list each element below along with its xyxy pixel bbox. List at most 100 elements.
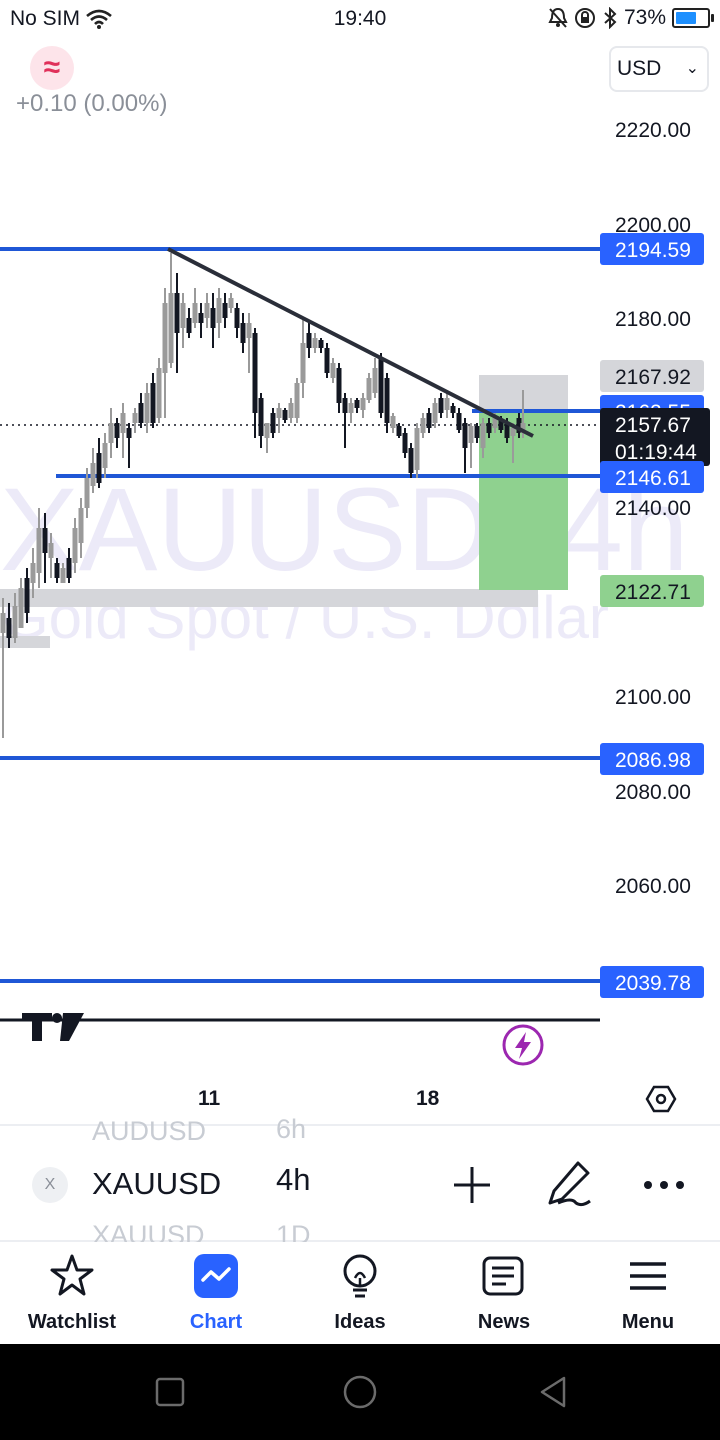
last-price-label: 2157.67 bbox=[615, 414, 691, 437]
candle-body bbox=[96, 453, 102, 483]
interval-value[interactable]: 4h bbox=[276, 1162, 310, 1198]
candle-body bbox=[174, 293, 180, 333]
candle-body bbox=[120, 413, 126, 433]
rotation-lock-icon bbox=[574, 8, 595, 28]
recents-button[interactable] bbox=[152, 1374, 188, 1410]
candle-body bbox=[192, 303, 198, 323]
drawing-tool-button[interactable] bbox=[542, 1157, 598, 1213]
star-icon bbox=[50, 1254, 94, 1296]
candle-body bbox=[444, 398, 450, 410]
symbol-picker-prev[interactable]: AUDUSD bbox=[92, 1116, 206, 1147]
candle-body bbox=[510, 428, 516, 436]
candle-body bbox=[6, 618, 12, 638]
lightbulb-icon bbox=[343, 1254, 377, 1298]
candle-body bbox=[42, 528, 48, 553]
symbol-toolbar: AUDUSD 6h X XAUUSD 4h XAUUSD 1D bbox=[0, 1114, 720, 1250]
candle-body bbox=[378, 358, 384, 413]
symbol-logo[interactable]: ≈ bbox=[30, 46, 74, 90]
interval-picker-prev[interactable]: 6h bbox=[276, 1114, 306, 1145]
newspaper-icon bbox=[482, 1256, 524, 1296]
price-chart[interactable]: XAUUSD, 4h Gold Spot / U.S. Dollar 2220.… bbox=[0, 38, 720, 1124]
candle-body bbox=[54, 563, 60, 578]
home-button[interactable] bbox=[342, 1374, 378, 1410]
time-tick: 18 bbox=[416, 1087, 440, 1110]
candle-body bbox=[108, 423, 114, 443]
candle-body bbox=[396, 426, 402, 436]
back-button[interactable] bbox=[536, 1374, 572, 1410]
candle-body bbox=[354, 400, 360, 408]
nav-news[interactable]: News bbox=[432, 1242, 576, 1344]
tradingview-logo bbox=[0, 1013, 600, 1041]
candle-body bbox=[228, 298, 234, 308]
symbol-name[interactable]: XAUUSD bbox=[92, 1166, 221, 1202]
clear-symbol-button[interactable]: X bbox=[32, 1167, 68, 1203]
candle-body bbox=[384, 378, 390, 423]
hamburger-icon bbox=[630, 1262, 666, 1290]
candle-body bbox=[12, 606, 18, 638]
circle-icon bbox=[343, 1375, 377, 1409]
support-zone bbox=[0, 589, 538, 607]
candle-body bbox=[438, 398, 444, 413]
candle-body bbox=[0, 613, 6, 633]
price-label-2039: 2039.78 bbox=[615, 972, 691, 995]
candle-body bbox=[426, 413, 432, 428]
candle-body bbox=[282, 410, 288, 420]
candle-body bbox=[90, 463, 96, 486]
battery-icon bbox=[672, 8, 714, 28]
chart-area[interactable]: XAUUSD, 4h Gold Spot / U.S. Dollar 2220.… bbox=[0, 38, 720, 1124]
square-icon bbox=[155, 1377, 185, 1407]
nav-label: Ideas bbox=[334, 1311, 386, 1333]
candle-body bbox=[78, 508, 84, 543]
candle-body bbox=[324, 348, 330, 373]
candle-body bbox=[342, 398, 348, 413]
price-change: +0.10 (0.00%) bbox=[16, 90, 168, 117]
candle-body bbox=[234, 308, 240, 328]
lightning-button[interactable] bbox=[502, 1024, 544, 1066]
candle-body bbox=[240, 323, 246, 343]
candle-body bbox=[312, 338, 318, 348]
bar-countdown: 01:19:44 bbox=[615, 441, 697, 464]
chart-settings-button[interactable] bbox=[645, 1085, 677, 1113]
add-button[interactable] bbox=[444, 1157, 500, 1213]
mute-bell-icon bbox=[548, 7, 568, 28]
candle-body bbox=[288, 403, 294, 418]
candle-body bbox=[366, 378, 372, 400]
candle-body bbox=[264, 423, 270, 438]
price-tick: 2140.00 bbox=[615, 497, 691, 520]
candle-body bbox=[162, 303, 168, 373]
status-right: 73% bbox=[548, 6, 714, 30]
more-options-button[interactable] bbox=[636, 1157, 692, 1213]
price-tick: 2220.00 bbox=[615, 119, 691, 142]
candle-body bbox=[456, 413, 462, 430]
nav-label: Chart bbox=[189, 1311, 243, 1333]
price-tick: 2180.00 bbox=[615, 308, 691, 331]
candle-body bbox=[300, 343, 306, 383]
candle-body bbox=[474, 426, 480, 438]
candle-body bbox=[114, 423, 120, 438]
candle-body bbox=[156, 368, 162, 418]
candle-body bbox=[18, 588, 24, 628]
candle-body bbox=[138, 403, 144, 423]
candle-body bbox=[66, 558, 72, 578]
nav-watchlist[interactable]: Watchlist bbox=[0, 1242, 144, 1344]
chevron-down-icon: ⌄ bbox=[685, 60, 699, 77]
time-axis[interactable]: 11 18 bbox=[198, 1087, 440, 1110]
nav-label: News bbox=[477, 1311, 531, 1333]
currency-select[interactable]: USD ⌄ bbox=[609, 46, 709, 92]
pen-icon bbox=[548, 1161, 590, 1205]
candle-body bbox=[84, 478, 90, 508]
nav-menu[interactable]: Menu bbox=[576, 1242, 720, 1344]
candle-body bbox=[36, 528, 42, 573]
candle-body bbox=[306, 333, 312, 348]
nav-chart[interactable]: Chart bbox=[144, 1242, 288, 1344]
candle-body bbox=[24, 578, 30, 613]
battery-fill bbox=[676, 12, 696, 24]
nav-ideas[interactable]: Ideas bbox=[288, 1242, 432, 1344]
hexagon-settings-icon bbox=[645, 1085, 677, 1113]
candle-body bbox=[222, 303, 228, 318]
candle-body bbox=[270, 413, 276, 433]
candle-body bbox=[318, 340, 324, 348]
system-navigation-bar bbox=[0, 1344, 720, 1440]
candle-body bbox=[132, 413, 138, 423]
candle-body bbox=[348, 403, 354, 413]
